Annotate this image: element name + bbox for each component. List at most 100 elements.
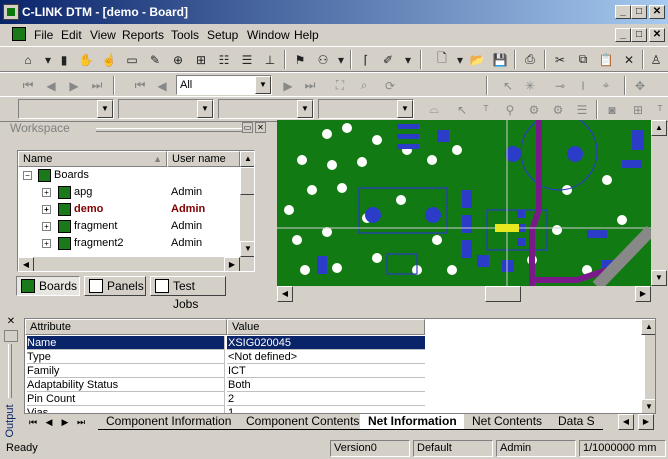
expand-icon[interactable]: + <box>42 205 51 214</box>
select-arrow-icon[interactable]: ↖ <box>452 100 472 119</box>
user-icon[interactable]: ♙ <box>646 50 666 69</box>
scroll-left-icon[interactable]: ◀ <box>18 257 34 271</box>
close-panel-icon[interactable]: ✕ <box>255 122 266 133</box>
tab-boards[interactable]: Boards <box>16 276 80 296</box>
next-tab-icon[interactable]: ▶ <box>58 415 72 429</box>
scroll-left-icon[interactable]: ◀ <box>618 414 634 430</box>
canvas-hscrollbar[interactable]: ◀ ▶ <box>277 286 651 302</box>
expand-icon[interactable]: + <box>42 188 51 197</box>
tree-row[interactable]: + fragment Admin <box>18 218 240 235</box>
move-icon[interactable]: ✥ <box>630 76 650 95</box>
filter-first-icon[interactable]: ⏮ <box>130 76 150 95</box>
menu-window[interactable]: Window <box>247 28 290 42</box>
link-icon[interactable]: ⊸ <box>550 76 570 95</box>
prev-icon[interactable]: ◀ <box>41 76 61 95</box>
column-header-user[interactable]: User name <box>167 151 240 167</box>
net-dropdown-icon[interactable]: ▾ <box>331 50 351 69</box>
star-icon[interactable]: ✳ <box>520 76 540 95</box>
grid-icon[interactable]: ⊞ <box>191 50 211 69</box>
probe-tool-icon[interactable]: ⚲ <box>500 100 520 119</box>
route-icon[interactable]: ⚑ <box>290 50 310 69</box>
probe-icon[interactable]: ✎ <box>145 50 165 69</box>
menu-reports[interactable]: Reports <box>122 28 164 42</box>
edit-dropdown-icon[interactable]: ▾ <box>398 50 418 69</box>
menu-tools[interactable]: Tools <box>171 28 199 42</box>
last-tab-icon[interactable]: ⏭ <box>74 415 88 429</box>
delete-icon[interactable]: ✕ <box>619 50 639 69</box>
next-icon[interactable]: ▶ <box>64 76 84 95</box>
scroll-right-icon[interactable]: ▶ <box>638 414 654 430</box>
doc-restore-button[interactable]: □ <box>631 28 647 42</box>
bracket-icon[interactable]: ⌈ <box>356 50 376 69</box>
chevron-down-icon[interactable]: ▼ <box>255 76 271 94</box>
home-icon[interactable]: ⌂ <box>18 50 38 69</box>
tab-panels[interactable]: Panels <box>84 276 146 296</box>
scroll-down-icon[interactable]: ▼ <box>641 399 655 413</box>
chevron-down-icon[interactable]: ▼ <box>97 100 113 118</box>
scroll-down-icon[interactable]: ▼ <box>240 241 254 257</box>
layer-select-2[interactable]: ▼ <box>118 99 214 119</box>
scroll-up-icon[interactable]: ▲ <box>641 319 655 335</box>
scroll-down-icon[interactable]: ▼ <box>651 270 667 286</box>
print-icon[interactable]: ⎙ <box>520 50 540 69</box>
tree-hscrollbar[interactable]: ◀ ▶ <box>18 257 254 271</box>
refresh-icon[interactable]: ⟳ <box>380 76 400 95</box>
layer-select-3[interactable]: ▼ <box>218 99 314 119</box>
new-file-icon[interactable]: 🗋 <box>432 50 452 69</box>
pointer-icon[interactable]: ☝ <box>99 50 119 69</box>
tab-net-information[interactable]: Net Information <box>360 414 465 430</box>
distribute-icon[interactable]: ☰ <box>237 50 257 69</box>
table-row[interactable]: Adaptability Status Both <box>25 378 425 392</box>
expand-icon[interactable]: + <box>42 222 51 231</box>
close-button[interactable]: ✕ <box>649 5 665 19</box>
layers-icon[interactable]: ☰ <box>572 100 592 119</box>
ruler-icon[interactable]: ⌖ <box>596 76 616 95</box>
chevron-down-icon[interactable]: ▼ <box>297 100 313 118</box>
tab-data-s[interactable]: Data S <box>550 414 603 430</box>
zoom-area-icon[interactable]: ⛶ <box>330 76 350 95</box>
layer-select-4[interactable]: ▼ <box>318 99 414 119</box>
chevron-down-icon[interactable]: ▼ <box>397 100 413 118</box>
table-row[interactable]: Name XSIG020045 <box>25 336 425 350</box>
chevron-down-icon[interactable]: ▼ <box>197 100 213 118</box>
tab-component-information[interactable]: Component Information <box>98 414 240 430</box>
column-header-attribute[interactable]: Attribute <box>25 319 227 335</box>
scroll-thumb[interactable] <box>485 286 521 302</box>
camera-icon[interactable]: ◙ <box>602 100 622 119</box>
table-row[interactable]: Vias 1 <box>25 406 425 413</box>
net-icon[interactable]: ⚇ <box>313 50 333 69</box>
tabs-hscrollbar[interactable]: ◀ ▶ <box>616 414 656 430</box>
collapse-icon[interactable]: − <box>23 171 32 180</box>
minimize-button[interactable]: _ <box>615 5 631 19</box>
table-row[interactable]: Type <Not defined> <box>25 350 425 364</box>
board-canvas[interactable] <box>277 120 651 286</box>
crosshair-icon[interactable]: ⊕ <box>168 50 188 69</box>
align-icon[interactable]: ☷ <box>214 50 234 69</box>
scroll-up-icon[interactable]: ▲ <box>240 151 254 167</box>
table-row[interactable]: Family ICT <box>25 364 425 378</box>
layer-select-1[interactable]: ▼ <box>18 99 114 119</box>
scroll-up-icon[interactable]: ▲ <box>651 120 667 136</box>
column-header-name[interactable]: Name ▲ <box>18 151 167 167</box>
find-icon[interactable]: ⌕ <box>354 76 374 95</box>
menu-view[interactable]: View <box>90 28 116 42</box>
fixture-icon[interactable]: ⚙ <box>524 100 544 119</box>
pin-icon[interactable]: ǀ <box>573 76 593 95</box>
doc-icon[interactable] <box>12 27 26 41</box>
select-icon[interactable]: ▮ <box>54 50 74 69</box>
save-icon[interactable]: 💾 <box>490 50 510 69</box>
tab-component-contents[interactable]: Component Contents <box>238 414 368 430</box>
tape-icon[interactable]: ⌓ <box>424 100 444 119</box>
copy-icon[interactable]: ⧉ <box>573 50 593 69</box>
component-icon[interactable]: ⊥ <box>260 50 280 69</box>
table-row[interactable]: Pin Count 2 <box>25 392 425 406</box>
tab-test-jobs[interactable]: Test Jobs <box>150 276 226 311</box>
undock-output-icon[interactable] <box>4 330 18 342</box>
scroll-thumb[interactable] <box>240 167 254 195</box>
first-icon[interactable]: ⏮ <box>18 76 38 95</box>
expand-icon[interactable]: + <box>42 239 51 248</box>
scroll-right-icon[interactable]: ▶ <box>635 286 651 302</box>
last-icon[interactable]: ⏭ <box>87 76 107 95</box>
filter-next-icon[interactable]: ▶ <box>278 76 298 95</box>
menu-help[interactable]: Help <box>294 28 319 42</box>
